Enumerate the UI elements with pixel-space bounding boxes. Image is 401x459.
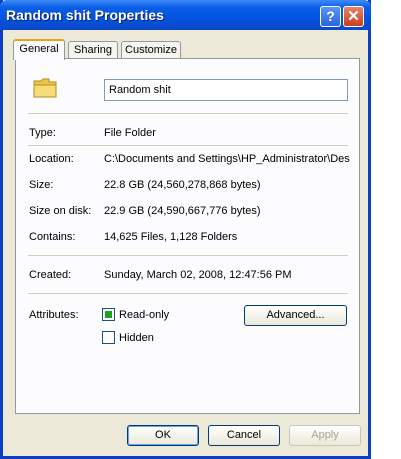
title-bar[interactable]: Random shit Properties ? ✕ — [0, 0, 371, 30]
readonly-checkbox[interactable] — [102, 308, 115, 321]
folder-icon — [33, 78, 57, 98]
location-value: C:\Documents and Settings\HP_Administrat… — [104, 153, 350, 165]
readonly-label[interactable]: Read-only — [119, 309, 169, 321]
divider — [28, 145, 348, 146]
hidden-checkbox[interactable] — [102, 331, 115, 344]
cancel-button[interactable]: Cancel — [208, 425, 280, 446]
window-title: Random shit Properties — [6, 7, 164, 23]
folder-name-input[interactable] — [104, 79, 348, 101]
created-value: Sunday, March 02, 2008, 12:47:56 PM — [104, 269, 292, 281]
help-icon[interactable]: ? — [320, 6, 341, 27]
divider — [28, 113, 348, 114]
size-on-disk-label: Size on disk: — [29, 205, 92, 217]
contains-label: Contains: — [29, 231, 76, 243]
created-label: Created: — [29, 269, 72, 281]
divider — [28, 293, 348, 294]
contains-value: 14,625 Files, 1,128 Folders — [104, 231, 238, 243]
ok-button[interactable]: OK — [127, 425, 199, 446]
tab-customize[interactable]: Customize — [121, 41, 181, 59]
type-label: Type: — [29, 127, 56, 139]
size-label: Size: — [29, 179, 54, 191]
tab-sharing[interactable]: Sharing — [68, 41, 118, 59]
attributes-label: Attributes: — [29, 309, 79, 321]
location-label: Location: — [29, 153, 74, 165]
size-value: 22.8 GB (24,560,278,868 bytes) — [104, 179, 261, 191]
tab-general[interactable]: General — [13, 39, 65, 60]
type-value: File Folder — [104, 127, 156, 139]
size-on-disk-value: 22.9 GB (24,590,667,776 bytes) — [104, 205, 261, 217]
hidden-label[interactable]: Hidden — [119, 332, 154, 344]
apply-button[interactable]: Apply — [289, 425, 361, 446]
divider — [28, 255, 348, 256]
advanced-button[interactable]: Advanced... — [244, 305, 347, 326]
general-panel: Type: File Folder Location: C:\Documents… — [15, 58, 360, 414]
close-icon[interactable]: ✕ — [343, 6, 364, 27]
properties-window: Random shit Properties ? ✕ General Shari… — [0, 0, 371, 459]
